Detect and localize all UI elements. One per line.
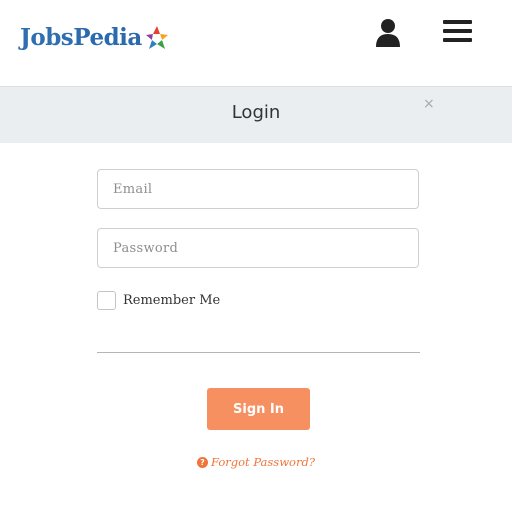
logo-text-jobs: Jobs: [20, 24, 74, 51]
site-header: JobsPedia: [0, 0, 512, 86]
star-logo-icon: [145, 26, 168, 49]
hamburger-menu-icon[interactable]: [443, 20, 472, 44]
logo-text: JobsPedia: [20, 22, 142, 54]
logo-text-pedia: Pedia: [73, 24, 142, 51]
menu-bar: [443, 38, 472, 42]
close-icon[interactable]: ×: [423, 96, 435, 112]
remember-me: Remember Me: [97, 291, 220, 310]
menu-bar: [443, 20, 472, 24]
login-modal-header: Login ×: [0, 86, 512, 143]
question-circle-icon: ?: [196, 456, 208, 468]
menu-bar: [443, 29, 472, 33]
sign-in-button[interactable]: Sign In: [207, 388, 310, 430]
remember-me-checkbox[interactable]: [97, 291, 116, 310]
user-icon[interactable]: [374, 18, 402, 48]
modal-title: Login: [231, 102, 281, 123]
forgot-password-label: Forgot Password?: [210, 455, 315, 469]
jobspedia-logo[interactable]: JobsPedia: [20, 22, 170, 54]
password-field[interactable]: [97, 228, 419, 268]
form-divider: [97, 352, 420, 353]
forgot-password-link[interactable]: ? Forgot Password?: [0, 455, 512, 469]
remember-me-label[interactable]: Remember Me: [123, 293, 220, 308]
email-field[interactable]: [97, 169, 419, 209]
